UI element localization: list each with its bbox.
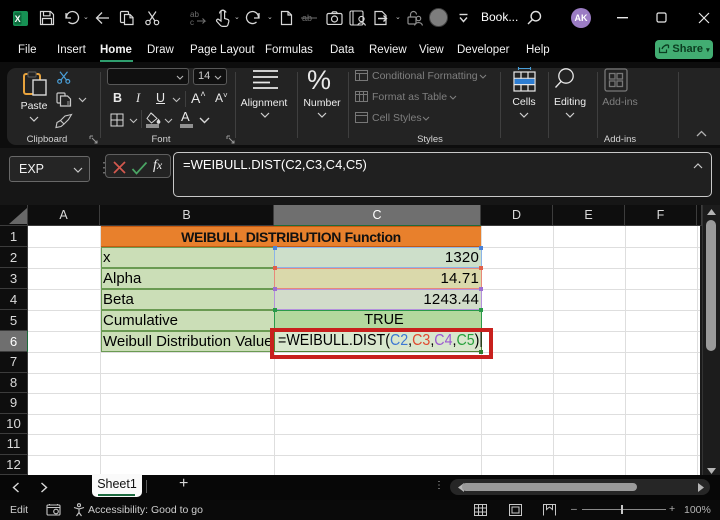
svg-text:c: c [190,18,194,26]
svg-text:X: X [15,14,21,24]
